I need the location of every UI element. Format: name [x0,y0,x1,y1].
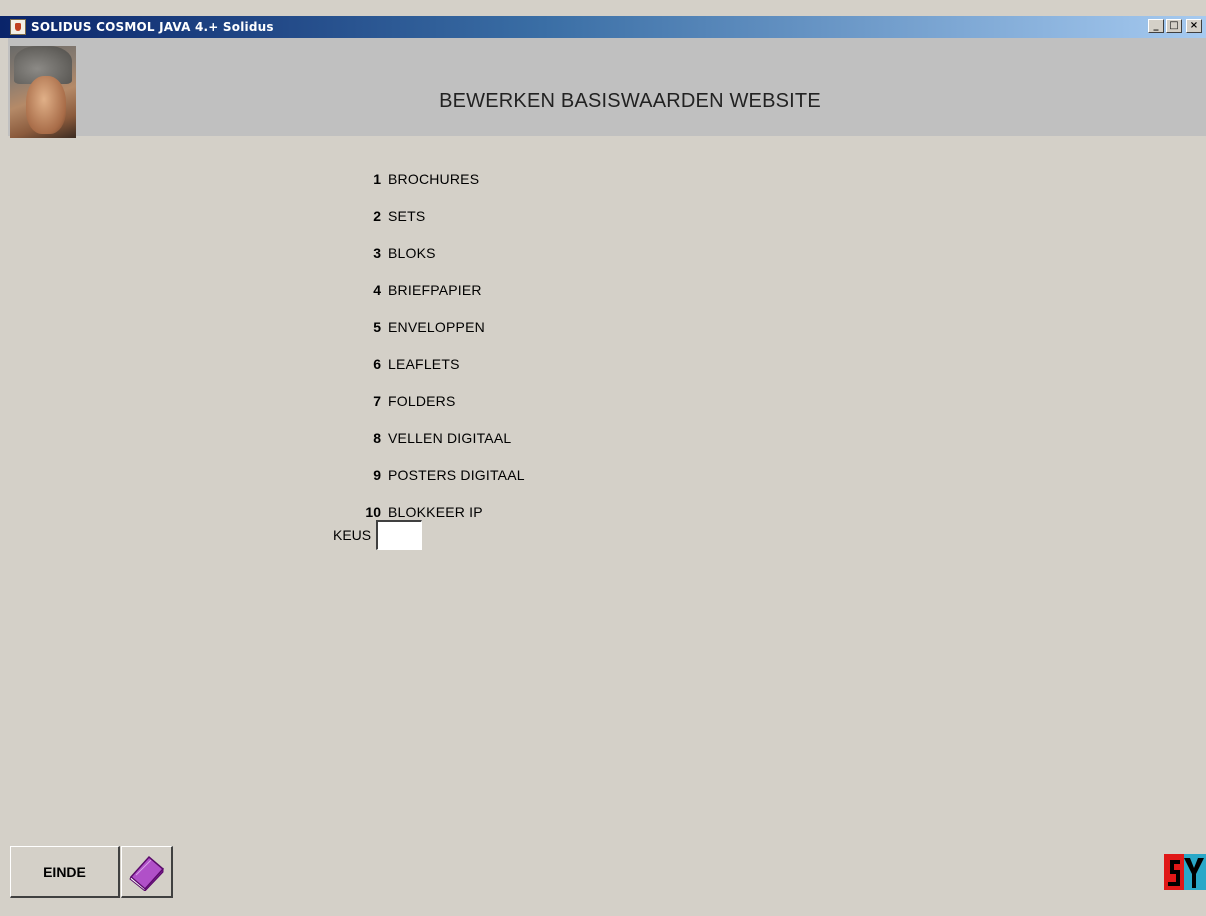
choice-label: KEUS [333,527,372,543]
solidus-logo-icon [1164,854,1206,890]
menu-item-number: 7 [373,392,381,409]
menu-item-label: ENVELOPPEN [388,318,485,335]
page-title: BEWERKEN BASISWAARDEN WEBSITE [439,90,821,112]
choice-input[interactable] [376,520,423,550]
menu-item-sets[interactable]: 2 SETS [340,197,525,234]
window-titlebar[interactable]: SOLIDUS COSMOL JAVA 4.+ Solidus _ □ × [0,16,1206,38]
menu-item-number: 5 [373,318,381,335]
menu-item-label: FOLDERS [388,392,456,409]
menu-item-number: 4 [373,281,381,298]
minimize-button[interactable]: _ [1148,19,1164,33]
menu-item-label: VELLEN DIGITAAL [388,429,512,446]
menu-item-number: 2 [373,207,381,224]
menu-item-briefpapier[interactable]: 4 BRIEFPAPIER [340,271,525,308]
menu-item-number: 6 [373,355,381,372]
menu-item-enveloppen[interactable]: 5 ENVELOPPEN [340,308,525,345]
menu-item-number: 10 [365,503,381,520]
window-controls: _ □ × [1148,19,1202,33]
help-book-button[interactable] [121,846,173,898]
menu-item-number: 8 [373,429,381,446]
menu-item-number: 3 [373,244,381,261]
menu-item-label: BLOKS [388,244,436,261]
menu-item-number: 9 [373,466,381,483]
java-app-icon [10,19,26,35]
book-icon [128,855,164,891]
menu-item-leaflets[interactable]: 6 LEAFLETS [340,345,525,382]
menu-item-label: BROCHURES [388,170,480,187]
menu-item-brochures[interactable]: 1 BROCHURES [340,160,525,197]
menu-list: 1 BROCHURES 2 SETS 3 BLOKS 4 BRIEFPAPIER… [340,160,525,530]
menu-item-posters-digitaal[interactable]: 9 POSTERS DIGITAAL [340,456,525,493]
close-button[interactable]: × [1186,19,1202,33]
menu-item-bloks[interactable]: 3 BLOKS [340,234,525,271]
window-title: SOLIDUS COSMOL JAVA 4.+ Solidus [31,20,274,34]
menu-item-label: BLOKKEER IP [388,503,483,520]
einde-button[interactable]: EINDE [10,846,120,898]
menu-item-label: SETS [388,207,426,224]
menu-item-vellen-digitaal[interactable]: 8 VELLEN DIGITAAL [340,419,525,456]
menu-item-label: POSTERS DIGITAAL [388,466,525,483]
menu-item-label: LEAFLETS [388,355,460,372]
menu-item-folders[interactable]: 7 FOLDERS [340,382,525,419]
menu-item-number: 1 [373,170,381,187]
maximize-button[interactable]: □ [1166,19,1182,33]
menu-item-label: BRIEFPAPIER [388,281,482,298]
choice-row: KEUS [333,520,423,550]
header-band: BEWERKEN BASISWAARDEN WEBSITE [8,38,1206,138]
